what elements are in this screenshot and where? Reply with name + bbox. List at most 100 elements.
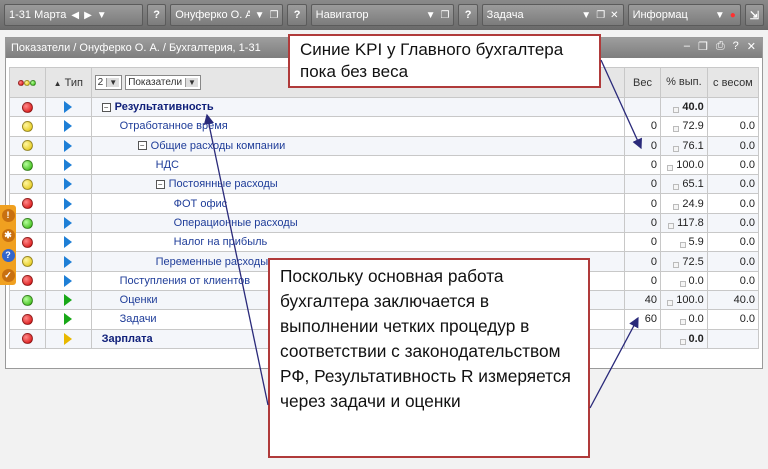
indicator-name[interactable]: Постоянные расходы (169, 178, 278, 190)
indicator-name[interactable]: НДС (156, 159, 179, 171)
name-cell[interactable]: Отработанное время (90, 116, 626, 137)
type-cell (44, 174, 92, 195)
weight-cell: 0 (624, 251, 661, 272)
window-icon[interactable]: ❐ (596, 10, 605, 21)
weighted-cell: 0.0 (706, 154, 760, 176)
level-select[interactable]: 2 ▼ (94, 75, 123, 90)
indicator-name[interactable]: Общие расходы компании (151, 140, 286, 152)
idea-icon[interactable]: ! (1, 208, 15, 222)
name-cell[interactable]: Налог на прибыль (90, 232, 626, 253)
details-icon[interactable] (673, 126, 680, 133)
table-row[interactable]: Налог на прибыль 0 5.9 0.0 (9, 232, 760, 253)
side-toolbar: ! ✱ ? ✓ (0, 205, 16, 285)
status-header[interactable] (9, 67, 46, 98)
details-icon[interactable] (667, 165, 674, 172)
weight-header[interactable]: Вес (624, 67, 661, 98)
indicators-select[interactable]: Показатели ▼ (125, 75, 201, 90)
chevron-down-icon[interactable]: ▼ (715, 10, 725, 21)
pct-cell: 72.9 (660, 116, 708, 137)
user-selector[interactable]: Онуферко О. А. ▼ ❐ (170, 4, 284, 26)
indicator-name[interactable]: Оценки (120, 294, 158, 306)
type-flag-icon (64, 120, 73, 133)
details-icon[interactable] (679, 280, 686, 287)
details-icon[interactable] (667, 300, 674, 307)
name-cell[interactable]: ФОТ офис (90, 193, 626, 214)
table-row[interactable]: − Общие расходы компании 0 76.1 0.0 (9, 135, 760, 156)
print-icon[interactable]: ⎙ (716, 40, 725, 53)
details-icon[interactable] (679, 242, 686, 249)
window-icon[interactable]: ❐ (441, 10, 450, 21)
status-cell (9, 154, 46, 176)
type-header[interactable]: ▲ Тип (44, 67, 92, 98)
details-icon[interactable] (679, 319, 686, 326)
name-cell[interactable]: − Общие расходы компании (90, 135, 626, 156)
indicator-name[interactable]: ФОТ офис (174, 198, 228, 210)
table-row[interactable]: Отработанное время 0 72.9 0.0 (9, 116, 760, 137)
window-icon[interactable]: ❐ (698, 40, 708, 53)
name-cell[interactable]: Операционные расходы (90, 212, 626, 234)
details-icon[interactable] (673, 145, 680, 152)
type-header-label: Тип (64, 76, 83, 89)
collapse-icon[interactable]: − (137, 141, 147, 151)
table-row[interactable]: − Постоянные расходы 0 65.1 0.0 (9, 174, 760, 195)
help-icon[interactable]: ? (1, 248, 15, 262)
callout-blue-kpi: Синие KPI у Главного бухгалтера пока без… (288, 34, 601, 88)
prev-icon[interactable]: ◀ (71, 10, 79, 21)
details-icon[interactable] (673, 203, 680, 210)
minimize-icon[interactable]: – (684, 40, 690, 53)
task-selector[interactable]: Задача ▼ ❐ ✕ (481, 4, 624, 26)
table-row[interactable]: ФОТ офис 0 24.9 0.0 (9, 193, 760, 214)
navigator-selector[interactable]: Навигатор ▼ ❐ (310, 4, 455, 26)
details-icon[interactable] (668, 222, 675, 229)
indicator-name[interactable]: Результативность (115, 101, 214, 113)
weighted-header[interactable]: с весом (706, 67, 760, 98)
weighted-cell: 40.0 (706, 289, 760, 311)
notification-icon[interactable]: ● (730, 10, 736, 21)
details-icon[interactable] (673, 107, 680, 114)
type-flag-icon (64, 236, 73, 249)
table-row[interactable]: НДС 0 100.0 0.0 (9, 154, 760, 176)
indicator-name[interactable]: Налог на прибыль (174, 236, 268, 248)
collapse-icon[interactable]: − (155, 179, 165, 189)
name-cell[interactable]: − Постоянные расходы (90, 174, 626, 195)
name-cell[interactable]: НДС (90, 154, 626, 176)
like-icon[interactable]: ✓ (1, 268, 15, 282)
bug-icon[interactable]: ✱ (1, 228, 15, 242)
table-row[interactable]: Операционные расходы 0 117.8 0.0 (9, 212, 760, 234)
help-button[interactable]: ? (287, 4, 307, 26)
period-selector[interactable]: 1-31 Марта ◀ ▶ ▼ (4, 4, 144, 26)
indicator-name[interactable]: Отработанное время (120, 120, 228, 132)
help-button[interactable]: ? (458, 4, 478, 26)
indicator-name[interactable]: Зарплата (102, 333, 153, 345)
table-row[interactable]: − Результативность 40.0 (9, 96, 760, 118)
details-icon[interactable] (679, 338, 686, 345)
weighted-cell: 0.0 (706, 232, 760, 253)
pct-header[interactable]: % вып. (660, 67, 708, 98)
chevron-down-icon[interactable]: ▼ (255, 10, 265, 21)
chevron-down-icon[interactable]: ▼ (426, 10, 436, 21)
pct-cell: 0.0 (660, 270, 708, 291)
help-icon[interactable]: ? (733, 40, 739, 53)
close-icon[interactable]: ✕ (610, 10, 618, 21)
info-selector[interactable]: Информац ▼ ● (627, 4, 741, 26)
chevron-down-icon[interactable]: ▼ (581, 10, 591, 21)
close-icon[interactable]: ✕ (747, 40, 756, 53)
indicator-name[interactable]: Поступления от клиентов (120, 275, 250, 287)
details-icon[interactable] (673, 184, 680, 191)
pct-cell: 65.1 (660, 174, 708, 195)
indicator-name[interactable]: Задачи (120, 313, 157, 325)
indicator-name[interactable]: Переменные расходы (156, 256, 268, 268)
collapse-icon[interactable]: − (101, 102, 111, 112)
details-icon[interactable] (673, 261, 680, 268)
indicator-name[interactable]: Операционные расходы (174, 217, 298, 229)
window-icon[interactable]: ❐ (269, 10, 278, 21)
name-cell[interactable]: − Результативность (90, 96, 626, 118)
weight-cell: 0 (624, 212, 661, 234)
next-icon[interactable]: ▶ (84, 10, 92, 21)
exit-button[interactable]: ⇲ (744, 4, 764, 26)
weighted-cell: 0.0 (706, 193, 760, 214)
status-cell (9, 135, 46, 156)
pct-value: 24.9 (682, 197, 704, 210)
help-button[interactable]: ? (147, 4, 167, 26)
chevron-down-icon[interactable]: ▼ (97, 10, 107, 21)
